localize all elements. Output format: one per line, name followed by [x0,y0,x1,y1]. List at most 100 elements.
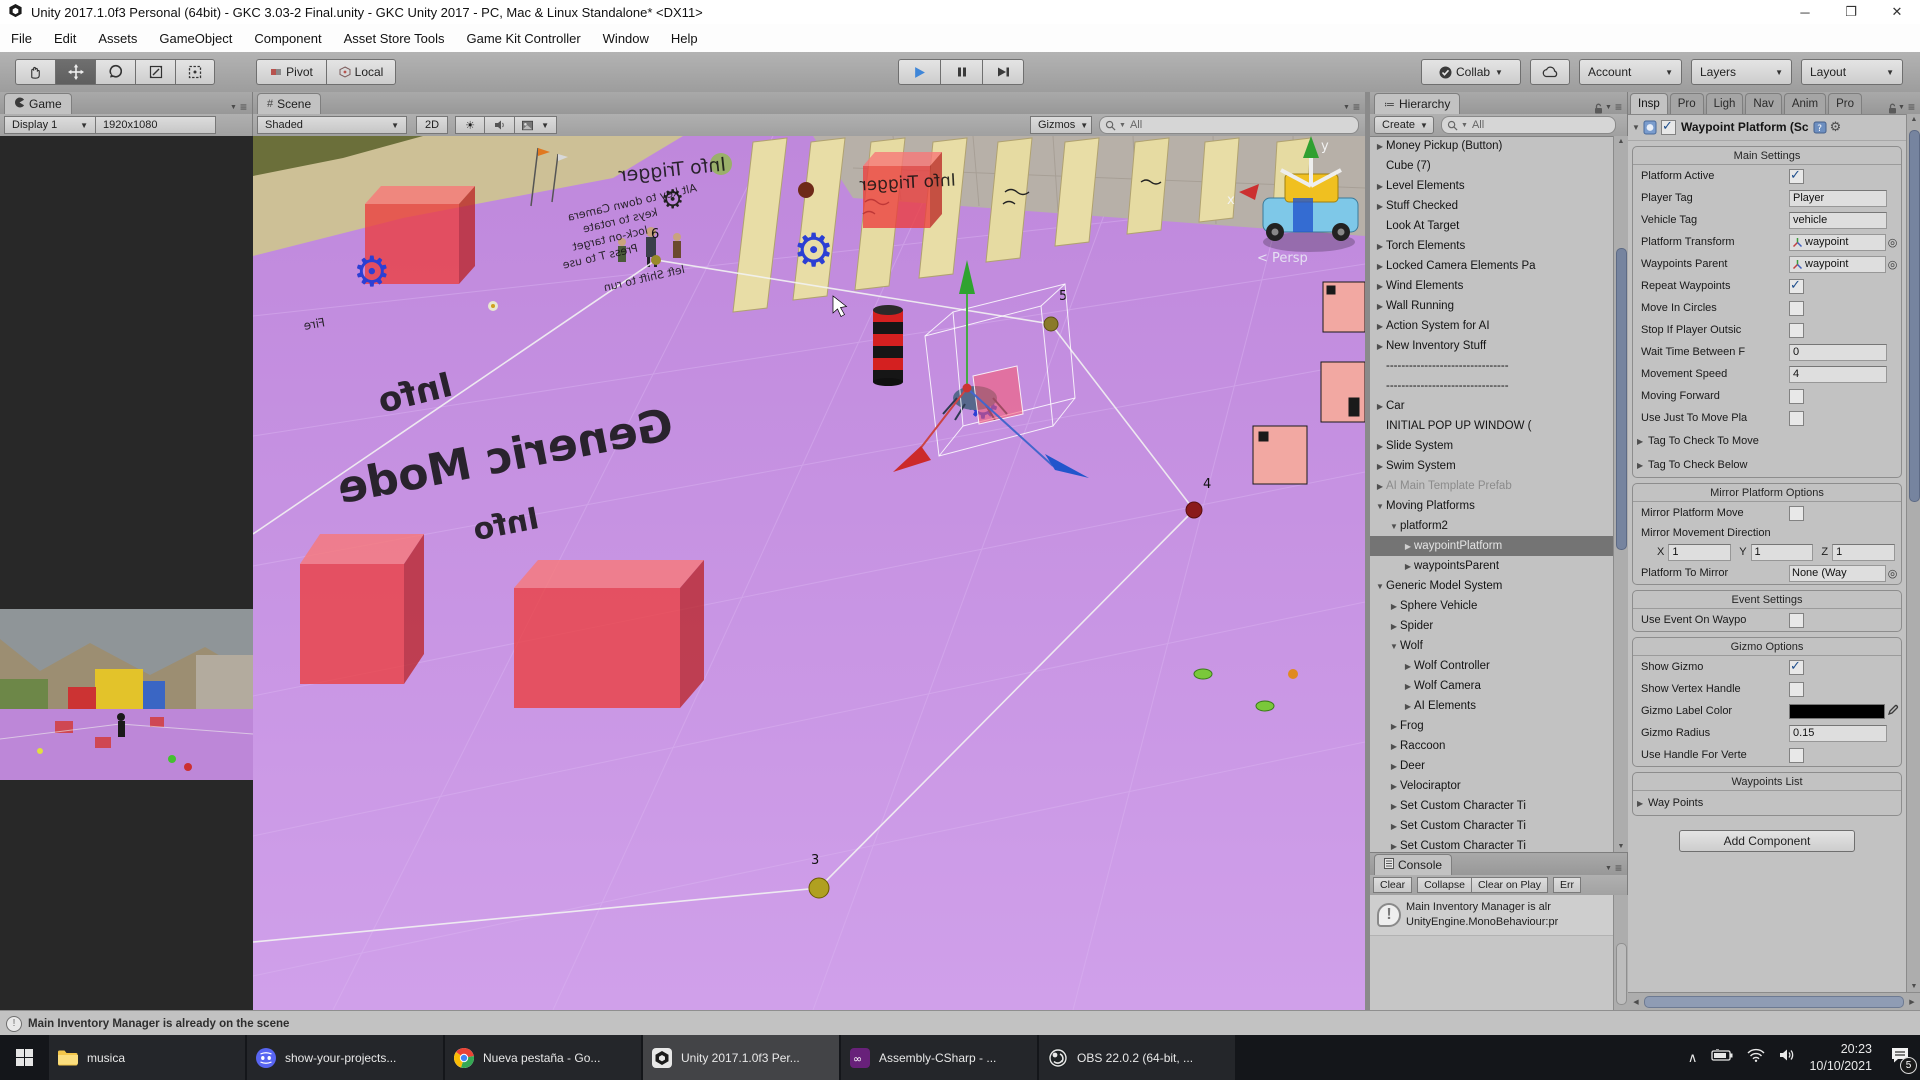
start-button[interactable] [0,1035,48,1080]
hierarchy-item[interactable]: ▶Torch Elements [1370,236,1613,256]
wifi-icon[interactable] [1747,1048,1765,1067]
tab-console[interactable]: Console [1374,854,1452,875]
console-collapse-button[interactable]: Collapse [1417,877,1472,893]
shading-mode-dropdown[interactable]: Shaded▼ [257,116,407,134]
hierarchy-search-input[interactable]: ▼ All [1441,116,1616,134]
tab-navigation[interactable]: Nav [1745,93,1781,114]
pivot-toggle-button[interactable]: Pivot [256,59,326,85]
hierarchy-lock-icon[interactable] [1594,103,1605,114]
show-vertex-checkbox[interactable] [1789,682,1804,697]
use-handle-checkbox[interactable] [1789,748,1804,763]
add-component-button[interactable]: Add Component [1679,830,1855,852]
hierarchy-item[interactable]: ▶Swim System [1370,456,1613,476]
notification-center-icon[interactable]: 5 [1890,1046,1910,1069]
use-just-to-move-checkbox[interactable] [1789,411,1804,426]
scroll-left-arrow[interactable]: ◀ [1628,998,1644,1006]
object-picker-icon[interactable]: ◎ [1886,236,1899,249]
play-button[interactable] [898,59,940,85]
hierarchy-item[interactable]: ▶Level Elements [1370,176,1613,196]
perspective-label[interactable]: < Persp [1257,251,1308,266]
gizmo-radius-input[interactable]: 0.15 [1789,725,1887,742]
hierarchy-item[interactable]: ▶Action System for AI [1370,316,1613,336]
movement-speed-input[interactable]: 4 [1789,366,1887,383]
platform-active-checkbox[interactable] [1789,169,1804,184]
menu-gameobject[interactable]: GameObject [148,31,243,46]
tab-profiler[interactable]: Pro [1828,93,1862,114]
hierarchy-item[interactable]: ▼Moving Platforms [1370,496,1613,516]
hierarchy-item[interactable]: ▶Locked Camera Elements Pa [1370,256,1613,276]
inspector-scrollbar[interactable]: ▲ ▼ [1906,114,1920,992]
pause-button[interactable] [940,59,982,85]
taskbar-app-unity[interactable]: Unity 2017.1.0f3 Per... [643,1035,839,1080]
menu-asset-store-tools[interactable]: Asset Store Tools [333,31,456,46]
taskbar-app-explorer[interactable]: musica [49,1035,245,1080]
use-event-checkbox[interactable] [1789,613,1804,628]
scene-effects-dropdown[interactable]: ▼ [515,116,557,134]
hierarchy-item[interactable]: ▶Set Custom Character Ti [1370,796,1613,816]
console-log-entry[interactable]: ! Main Inventory Manager is alr UnityEng… [1370,895,1613,936]
menu-window[interactable]: Window [592,31,660,46]
maximize-button[interactable]: ❐ [1828,0,1874,24]
inspector-panel-menu-icon[interactable]: ▼≡ [1898,100,1920,114]
collab-button[interactable]: Collab▼ [1421,59,1521,85]
hierarchy-item[interactable]: ▼Wolf [1370,636,1613,656]
menu-edit[interactable]: Edit [43,31,87,46]
layout-dropdown[interactable]: Layout▼ [1801,59,1903,85]
platform-transform-object-field[interactable]: waypoint [1789,234,1886,251]
hierarchy-item[interactable]: ▶Set Custom Character Ti [1370,836,1613,852]
hierarchy-item[interactable]: ▶Wall Running [1370,296,1613,316]
hierarchy-item[interactable]: ▶Wolf Camera [1370,676,1613,696]
component-foldout-arrow[interactable]: ▼ [1632,123,1643,132]
wait-time-input[interactable]: 0 [1789,344,1887,361]
hierarchy-item[interactable]: ▶Set Custom Character Ti [1370,816,1613,836]
hierarchy-item[interactable]: ▼platform2 [1370,516,1613,536]
tab-inspector[interactable]: Insp [1630,93,1668,114]
hierarchy-item[interactable]: -------------------------------- [1370,356,1613,376]
step-button[interactable] [982,59,1024,85]
hierarchy-item[interactable]: ▶Velociraptor [1370,776,1613,796]
console-scrollbar[interactable] [1613,895,1628,1011]
tab-animation[interactable]: Anim [1784,93,1826,114]
close-button[interactable]: ✕ [1874,0,1920,24]
hierarchy-item[interactable]: ▶Slide System [1370,436,1613,456]
hierarchy-item-selected[interactable]: ▶waypointPlatform [1370,536,1613,556]
hierarchy-item[interactable]: ▶AI Main Template Prefab [1370,476,1613,496]
inspector-lock-icon[interactable] [1888,103,1898,114]
minimize-button[interactable]: ─ [1782,0,1828,24]
show-gizmo-checkbox[interactable] [1789,660,1804,675]
taskbar-app-chrome[interactable]: Nueva pestaña - Go... [445,1035,641,1080]
moving-forward-checkbox[interactable] [1789,389,1804,404]
hierarchy-item[interactable]: ▶Money Pickup (Button) [1370,136,1613,156]
scene-panel-menu-icon[interactable]: ▼≡ [1343,100,1365,114]
hierarchy-item[interactable]: Look At Target [1370,216,1613,236]
scene-audio-button[interactable] [485,116,515,134]
rotate-tool-button[interactable] [95,59,135,85]
game-view[interactable] [0,136,253,1010]
console-clear-button[interactable]: Clear [1373,877,1412,893]
hierarchy-item[interactable]: ▶Wolf Controller [1370,656,1613,676]
hierarchy-item[interactable]: Cube (7) [1370,156,1613,176]
display-dropdown[interactable]: Display 1▼ [4,116,96,134]
hierarchy-item[interactable]: ▼Generic Model System [1370,576,1613,596]
hierarchy-item[interactable]: ▶Frog [1370,716,1613,736]
vehicle-tag-input[interactable]: vehicle [1789,212,1887,229]
scroll-right-arrow[interactable]: ▶ [1904,998,1920,1006]
foldout-tag-to-check-below[interactable]: ▶Tag To Check Below [1633,453,1901,477]
tab-project[interactable]: Pro [1670,93,1704,114]
tab-scene[interactable]: # Scene [257,93,321,114]
scene-lighting-button[interactable]: ☀ [455,116,485,134]
rect-tool-button[interactable] [175,59,215,85]
repeat-waypoints-checkbox[interactable] [1789,279,1804,294]
taskbar-app-visual-studio[interactable]: ∞ Assembly-CSharp - ... [841,1035,1037,1080]
hierarchy-item[interactable]: ▶Car [1370,396,1613,416]
stop-if-player-checkbox[interactable] [1789,323,1804,338]
move-in-circles-checkbox[interactable] [1789,301,1804,316]
local-toggle-button[interactable]: Local [326,59,396,85]
help-icon[interactable]: ? [1813,121,1827,134]
object-picker-icon[interactable]: ◎ [1886,258,1899,271]
hierarchy-item[interactable]: ▶Deer [1370,756,1613,776]
game-panel-menu-icon[interactable]: ▼≡ [230,100,252,114]
player-tag-input[interactable]: Player [1789,190,1887,207]
create-dropdown[interactable]: Create▼ [1374,116,1434,134]
hscroll-thumb[interactable] [1644,996,1904,1008]
